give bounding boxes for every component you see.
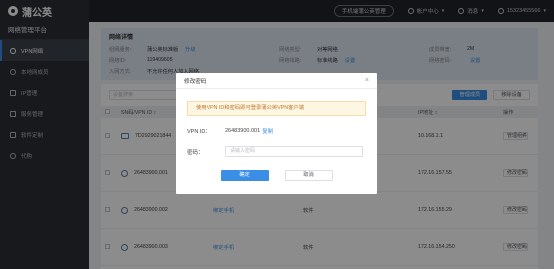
vpn-id-label: VPN ID： [187,129,211,135]
password-label: 密码： [187,149,204,156]
vpn-id-value: 26483900.001 [225,128,261,134]
change-password-dialog: 修改密码 × 使用VPN ID和密码即可登录蒲公英VPN客户端 VPN ID： … [176,73,377,194]
copy-link[interactable]: 复制 [262,127,273,135]
password-row: 密码： 请输入密码 [187,146,363,157]
close-icon[interactable]: × [365,77,369,84]
dialog-title: 修改密码 [184,78,207,85]
password-input[interactable]: 请输入密码 [225,146,363,157]
cancel-button[interactable]: 取消 [284,170,333,181]
dialog-footer: 确定 取消 [176,170,377,181]
dialog-tip: 使用VPN ID和密码即可登录蒲公英VPN客户端 [187,101,366,116]
vpn-id-row: VPN ID： 26483900.001 复制 [187,127,273,135]
dialog-header: 修改密码 × [176,73,377,89]
confirm-button[interactable]: 确定 [220,170,269,181]
